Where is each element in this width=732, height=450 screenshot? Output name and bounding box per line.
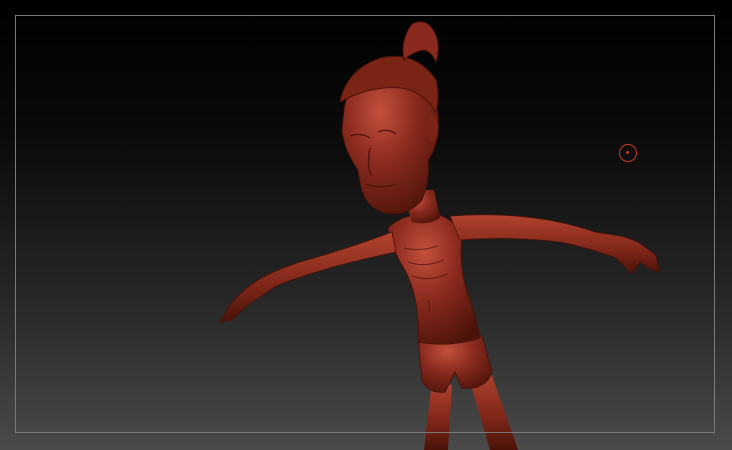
left-arm (219, 231, 397, 323)
topknot (402, 21, 439, 64)
right-arm (449, 214, 661, 275)
brush-circle-icon[interactable] (619, 144, 637, 162)
ear (426, 114, 438, 142)
3d-viewport[interactable] (0, 0, 732, 450)
sculpted-character-model[interactable] (0, 0, 732, 450)
sculpt-app-window (0, 0, 732, 450)
